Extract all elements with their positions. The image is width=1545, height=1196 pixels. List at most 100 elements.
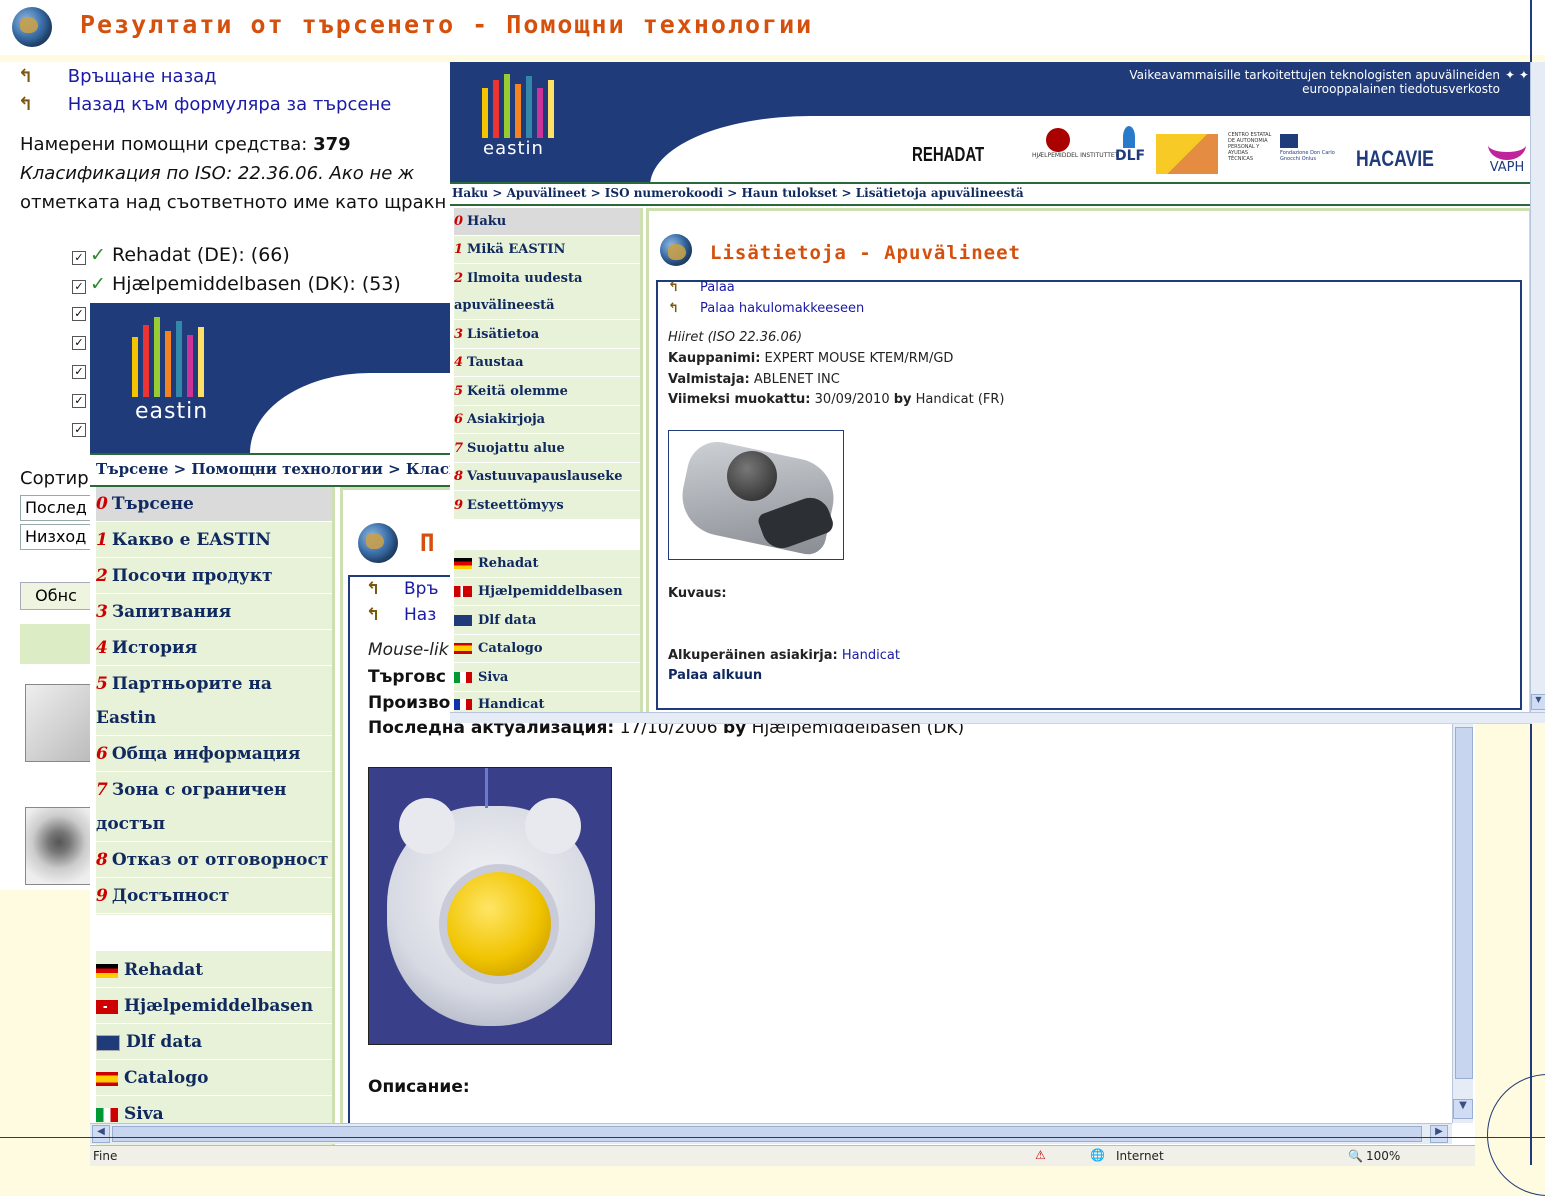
checkbox[interactable]: ✓ [72,389,90,408]
back-to-form-link[interactable]: ↰ Palaa hakulomakkeeseen [668,301,864,316]
sort-label: Сортир [20,468,89,489]
checkbox[interactable]: ✓ [72,418,90,437]
zone-icon: 🌐 [1090,1148,1105,1162]
nav-item-partners[interactable]: 5 Партньорите на [96,667,332,701]
back-to-top-link[interactable]: Palaa alkuun [668,668,762,683]
db-item-catalogo[interactable]: Catalogo [96,1061,332,1096]
back-arrow-icon: ↰ [668,280,679,295]
nav-item-suggest-product[interactable]: 2 Посочи продукт [96,559,332,594]
nav-item-vastuuvapauslauseke[interactable]: 8 Vastuuvapauslauseke [454,463,640,491]
check-icon: ✓ [90,273,106,295]
hacavie-logo[interactable]: HACAVIE [1356,146,1434,172]
description-label: Kuvaus: [668,586,727,601]
checkbox[interactable]: ✓ [72,280,86,294]
uk-flag-icon [454,615,472,626]
scroll-left-button[interactable]: ◀ [92,1125,110,1143]
db-item-catalogo[interactable]: Catalogo [454,635,640,663]
vertical-scrollbar[interactable]: ▼ [1530,62,1545,712]
nav-item-what-is-eastin[interactable]: 1 Какво е EASTIN [96,523,332,558]
page-heading: Lisätietoja - Apuvälineet [710,242,1021,264]
nav-item-esteettomyys[interactable]: 9 Esteettömyys [454,492,640,520]
db-item-rehadat[interactable]: Rehadat [96,953,332,988]
zoom-level[interactable]: 100% [1366,1149,1400,1163]
sort-select[interactable]: Послед [20,495,96,521]
star-icon: ✦ ✦ [1505,68,1529,82]
trade-name-label: Търговс [368,667,446,687]
db-item-dlf-data[interactable]: Dlf data [454,607,640,635]
nav-item-suojattu-alue[interactable]: 7 Suojattu alue [454,435,640,463]
eastin-tagline: Vaikeavammaisille tarkoitettujen teknolo… [1129,68,1500,96]
nav-item-keita-olemme[interactable]: 5 Keitä olemme [454,378,640,406]
france-flag-icon [454,699,472,710]
original-document-link[interactable]: Handicat [842,648,900,663]
spain-flag-icon [454,643,472,654]
back-link[interactable]: ↰ Palaa [668,280,735,295]
rehadat-logo[interactable]: REHADAT [912,144,984,167]
manufacturer-label: Произво [368,693,451,713]
nav-item-mika-eastin[interactable]: 1 Mikä EASTIN [454,236,640,264]
scrollbar-thumb[interactable] [112,1126,1422,1142]
breadcrumb[interactable]: Haku > Apuvälineet > ISO numerokoodi > H… [452,186,1024,200]
nav-item-partners-cont[interactable]: Eastin [96,701,332,736]
nav-item-lisatietoa[interactable]: 3 Lisätietoa [454,321,640,349]
nav-item-history[interactable]: 4 История [96,631,332,666]
breadcrumb-bar: Haku > Apuvälineet > ISO numerokoodi > H… [450,182,1530,206]
provider-row[interactable]: ✓ ✓ Hjælpemiddelbasen (DK): (53) [72,273,401,295]
horizontal-scrollbar[interactable] [450,712,1545,723]
nav-item-accessibility[interactable]: 9 Достъпност [96,879,332,914]
privacy-icon[interactable]: ⚠ [1035,1148,1046,1162]
scroll-right-button[interactable]: ▶ [1430,1125,1448,1143]
dlf-logo[interactable]: DLF [1115,126,1145,171]
provider-row[interactable]: ✓ ✓ Rehadat (DE): (66) [72,244,290,266]
nav-item-disclaimer[interactable]: 8 Отказ от отговорност [96,843,332,878]
product-thumbnail[interactable] [25,684,93,762]
update-button[interactable]: Обнс [20,582,92,610]
nav-item-ilmoita-cont[interactable]: apuvälineestä [454,292,640,320]
eastin-header: eastin [90,303,510,493]
nav-item-haku[interactable]: 0 Haku [454,208,640,236]
nav-item-restricted[interactable]: 7 Зона с ограничен [96,773,332,807]
back-to-form-link[interactable]: ↰ Наз [366,605,436,625]
db-item-hjaelpemiddelbasen[interactable]: Hjælpemiddelbasen [96,989,332,1024]
product-thumbnail[interactable] [25,807,93,885]
db-item-dlf-data[interactable]: Dlf data [96,1025,332,1060]
scrollbar-thumb[interactable] [1455,727,1473,1079]
db-item-siva[interactable]: Siva [454,664,640,692]
nav-item-search[interactable]: 0 Търсене [96,487,332,522]
db-item-rehadat[interactable]: Rehadat [454,550,640,578]
fg-nav: 0 Haku 1 Mikä EASTIN 2 Ilmoita uudesta apuv… [454,208,643,719]
db-item-hjaelpemiddelbasen[interactable]: Hjælpemiddelbasen [454,578,640,606]
back-link[interactable]: ↰ Връщане назад [18,66,217,87]
back-arrow-icon: ↰ [668,301,679,316]
back-link[interactable]: ↰ Връ [366,579,438,599]
nav-spacer [454,520,640,550]
nav-item-ilmoita[interactable]: 2 Ilmoita uudesta [454,265,640,292]
globe-icon [12,7,52,47]
ceapat-logo-graphic[interactable] [1156,134,1218,174]
order-select[interactable]: Низход [20,524,96,550]
back-arrow-icon: ↰ [18,94,34,115]
checkbox[interactable]: ✓ [72,360,90,379]
description-label: Описание: [368,1077,470,1097]
checkbox[interactable]: ✓ [72,302,90,321]
back-to-form-link[interactable]: ↰ Назад към формуляра за търсене [18,94,391,115]
breadcrumb[interactable]: Търсене > Помощни технологии > Класи [96,460,460,478]
scroll-down-button[interactable]: ▼ [1531,694,1545,710]
checkbox[interactable]: ✓ [72,251,86,265]
nav-item-taustaa[interactable]: 4 Taustaa [454,349,640,377]
uk-flag-icon [96,1034,120,1051]
nav-item-inquiries[interactable]: 3 Запитвания [96,595,332,630]
zone-label: Internet [1116,1149,1164,1163]
back-arrow-icon: ↰ [18,66,34,87]
back-arrow-icon: ↰ [366,605,381,625]
ceapat-logo-text: CENTRO ESTATAL DE AUTONOMIA PERSONAL Y A… [1228,132,1272,162]
horizontal-scrollbar[interactable]: ◀ ▶ [90,1123,1452,1144]
checkbox[interactable]: ✓ [72,331,90,350]
fondazione-logo[interactable]: Fondazione Don Carlo Gnocchi Onlus [1280,134,1344,174]
scroll-down-button[interactable]: ▼ [1453,1099,1473,1119]
nav-item-general-info[interactable]: 6 Обща информация [96,737,332,772]
vaph-logo[interactable]: VAPH [1485,130,1529,175]
decorative-circle [1487,1074,1545,1196]
nav-item-asiakirjoja[interactable]: 6 Asiakirjoja [454,406,640,434]
nav-item-restricted-cont[interactable]: достъп [96,807,332,842]
